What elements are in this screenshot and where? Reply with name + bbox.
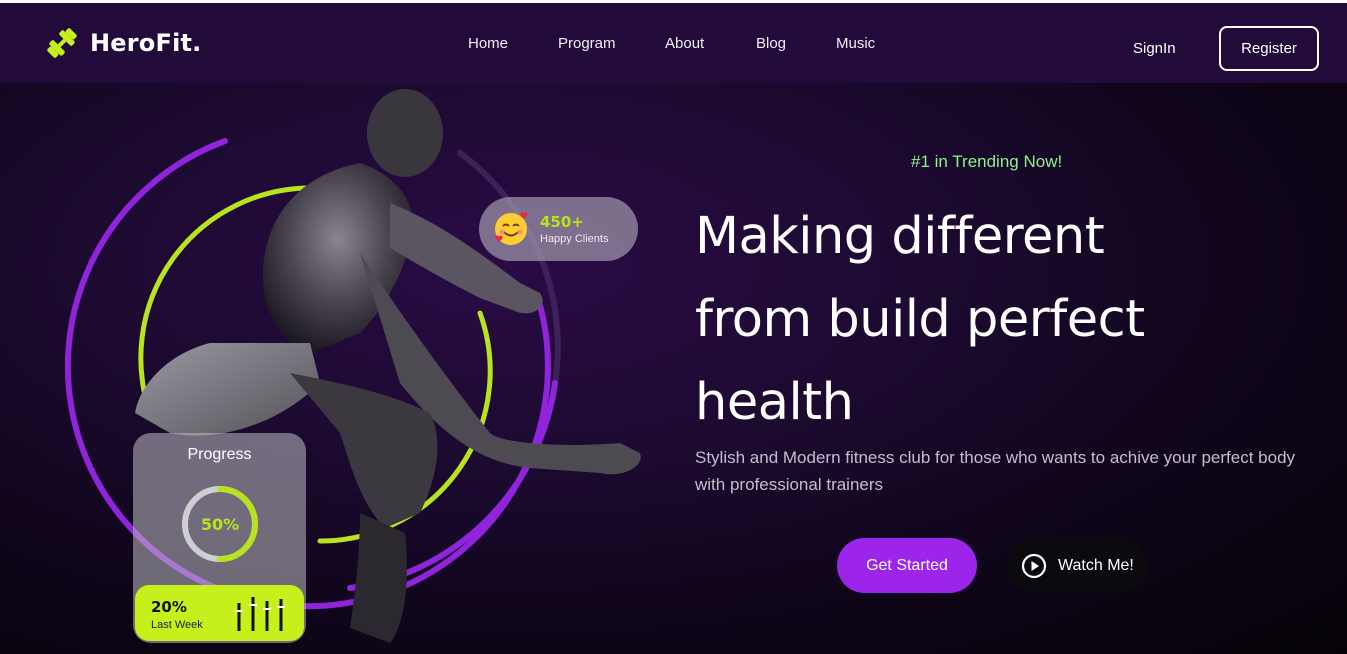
brand-logo[interactable]: HeroFit. [44, 25, 202, 61]
watch-me-button[interactable]: Watch Me! [1007, 538, 1147, 593]
dumbbell-icon [47, 28, 77, 58]
last-week-panel: 20% Last Week [135, 585, 304, 641]
trending-badge: #1 in Trending Now! [911, 152, 1063, 171]
hero-subtitle: Stylish and Modern fitness club for thos… [695, 448, 1296, 494]
clients-count: 450+ [540, 213, 584, 231]
progress-card: Progress 50% 20% Last Week [133, 433, 306, 643]
last-week-value: 20% [151, 598, 187, 616]
nav-link-about[interactable]: About [665, 35, 704, 52]
headline-line-2: from build perfect [695, 290, 1145, 349]
get-started-button[interactable]: Get Started [837, 538, 977, 593]
nav-link-home[interactable]: Home [468, 35, 508, 52]
nav-link-blog[interactable]: Blog [756, 35, 786, 52]
navbar: HeroFit. Home Program About Blog Music S… [0, 3, 1347, 83]
smiling-face-with-hearts-icon [495, 212, 528, 245]
nav-link-music[interactable]: Music [836, 35, 875, 52]
signin-link[interactable]: SignIn [1133, 40, 1176, 57]
hero-headline: Making different from build perfect heal… [695, 195, 1255, 444]
last-week-label: Last Week [151, 619, 203, 631]
happy-clients-badge: 450+ Happy Clients [479, 197, 638, 261]
bar-graph-icon [235, 597, 285, 631]
progress-value: 50% [200, 515, 240, 534]
watch-me-label: Watch Me! [1058, 556, 1134, 574]
register-button[interactable]: Register [1219, 26, 1319, 71]
happy-clients-text: 450+ Happy Clients [540, 213, 608, 245]
nav-link-program[interactable]: Program [558, 35, 616, 52]
hero-page: HeroFit. Home Program About Blog Music S… [0, 3, 1347, 654]
clients-label: Happy Clients [540, 233, 609, 245]
progress-title: Progress [187, 446, 252, 463]
brand-name: HeroFit. [90, 29, 202, 57]
play-circle-icon [1021, 553, 1047, 578]
headline-line-1: Making different [695, 207, 1105, 266]
headline-line-3: health [695, 373, 854, 432]
